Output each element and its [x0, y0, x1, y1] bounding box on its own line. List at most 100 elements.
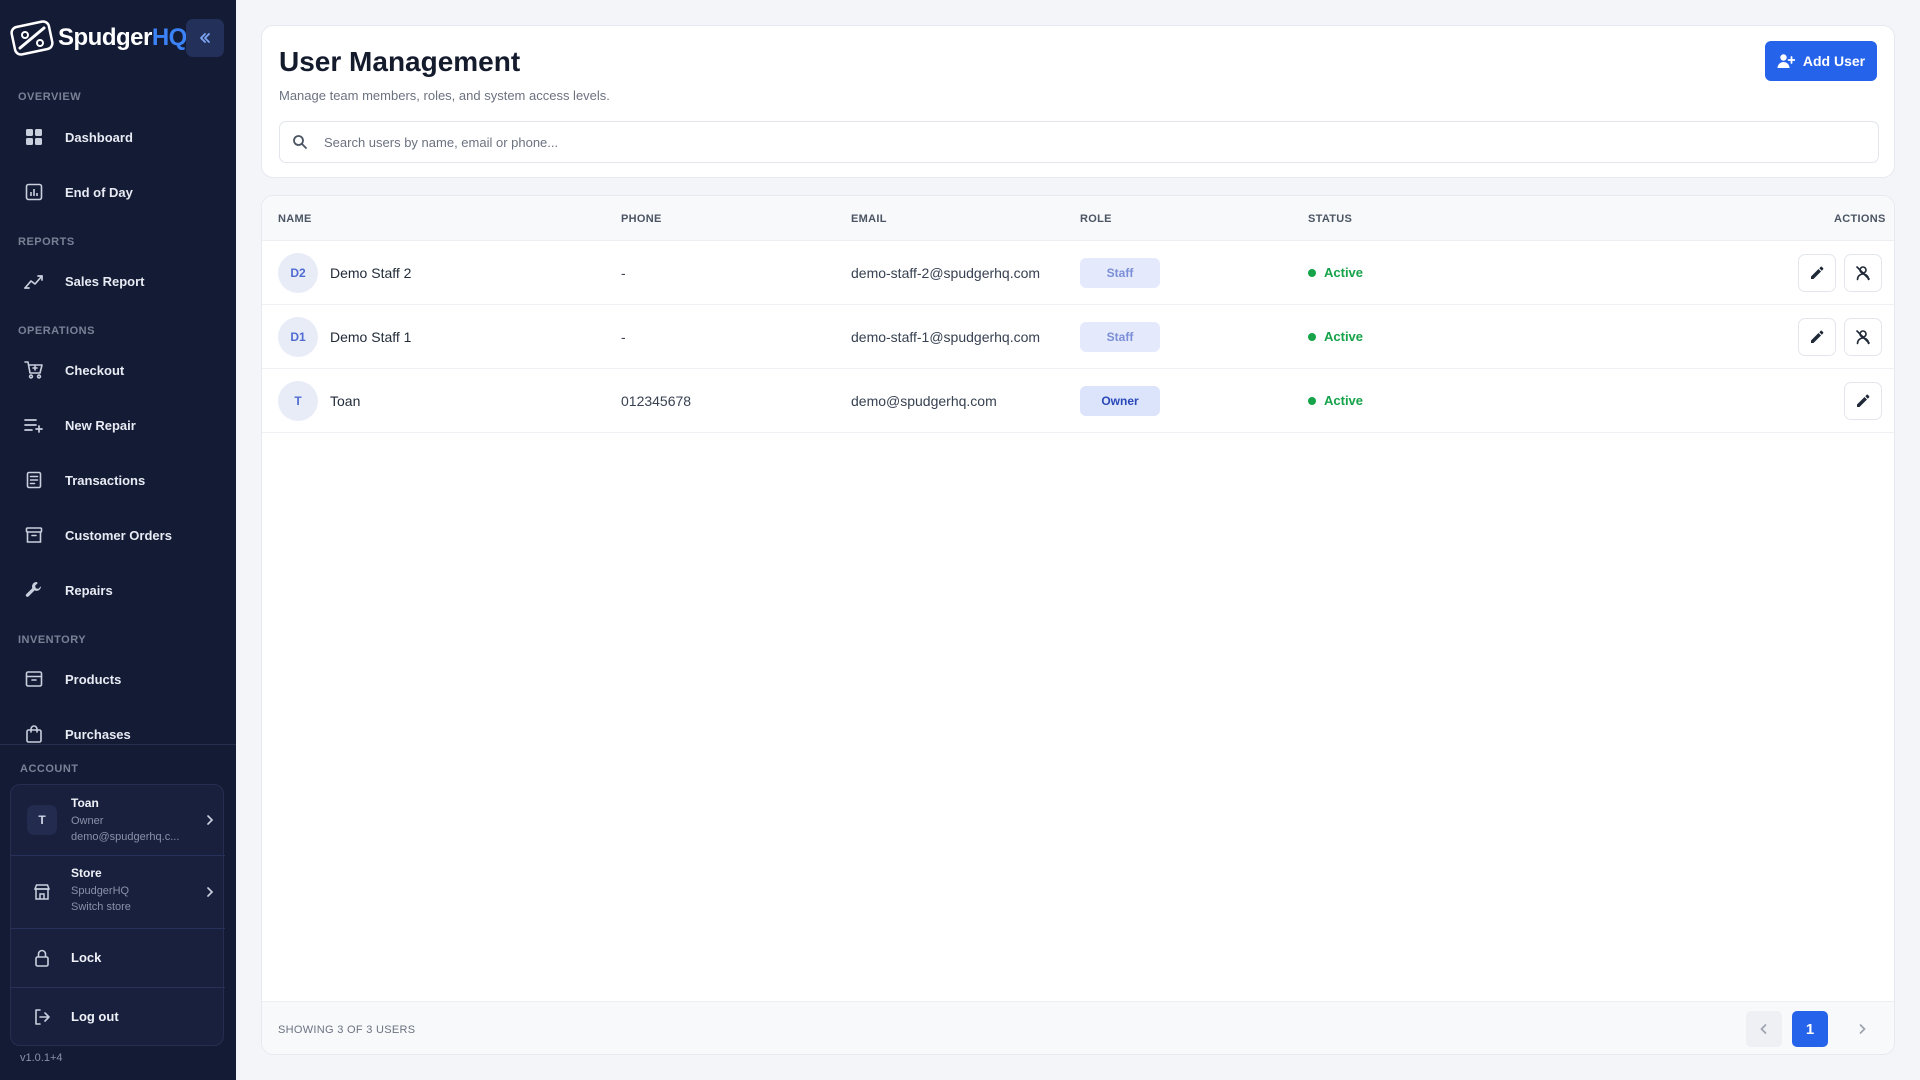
section-operations: OPERATIONS — [18, 325, 95, 337]
user-avatar: T — [27, 805, 57, 835]
user-email: demo-staff-2@spudgerhq.com — [851, 265, 1041, 281]
user-name: Demo Staff 1 — [330, 329, 412, 345]
account-store-text: Store SpudgerHQ Switch store — [71, 866, 189, 913]
column-phone[interactable]: PHONE — [621, 213, 662, 225]
chevron-right-icon — [1859, 1024, 1866, 1034]
logout-label: Log out — [71, 1009, 119, 1024]
list-add-icon — [24, 415, 44, 435]
pencil-icon — [1857, 394, 1870, 407]
switch-store-label: Switch store — [71, 901, 131, 913]
account-store-row[interactable]: Store SpudgerHQ Switch store — [11, 856, 225, 928]
search-icon — [293, 135, 307, 149]
sidebar-item-checkout[interactable]: Checkout — [14, 348, 222, 392]
column-status[interactable]: STATUS — [1308, 213, 1352, 225]
column-role[interactable]: ROLE — [1080, 213, 1112, 225]
sidebar-item-new-repair[interactable]: New Repair — [14, 403, 222, 447]
table-footer: SHOWING 3 OF 3 USERS 1 — [262, 1001, 1894, 1054]
account-card: T Toan Owner demo@spudgerhq.c... Store S… — [10, 784, 225, 1046]
sidebar-item-label: New Repair — [65, 417, 136, 433]
pencil-icon — [1811, 330, 1824, 343]
sidebar-item-dashboard[interactable]: Dashboard — [14, 115, 222, 159]
next-page-button[interactable] — [1844, 1011, 1880, 1047]
bar-chart-icon — [24, 182, 44, 202]
table-row[interactable]: T Toan 012345678 demo@spudgerhq.com Owne… — [262, 369, 1894, 433]
search-box — [279, 121, 1879, 163]
table-header: NAME PHONE EMAIL ROLE STATUS ACTIONS — [262, 196, 1894, 241]
page-button-current[interactable]: 1 — [1792, 1011, 1828, 1047]
user-role: Owner — [71, 815, 104, 827]
logout-button[interactable]: Log out — [11, 988, 225, 1046]
status-badge: Active — [1308, 265, 1363, 280]
grid-icon — [24, 127, 44, 147]
chevron-right-icon — [207, 887, 214, 897]
sidebar-item-sales-report[interactable]: Sales Report — [14, 259, 222, 303]
user-avatar: T — [278, 381, 318, 421]
account-user-row[interactable]: T Toan Owner demo@spudgerhq.c... — [11, 785, 225, 855]
column-name[interactable]: NAME — [278, 213, 312, 225]
user-phone: 012345678 — [621, 393, 692, 409]
sidebar-item-label: Repairs — [65, 582, 113, 598]
deactivate-user-button[interactable] — [1844, 254, 1882, 292]
sidebar-item-transactions[interactable]: Transactions — [14, 458, 222, 502]
add-user-button[interactable]: Add User — [1765, 41, 1877, 81]
account-user-text: Toan Owner demo@spudgerhq.c... — [71, 796, 189, 843]
sidebar-item-label: Purchases — [65, 726, 131, 742]
lock-button[interactable]: Lock — [11, 929, 225, 987]
column-email[interactable]: EMAIL — [851, 213, 887, 225]
trend-icon — [24, 271, 44, 291]
sidebar-item-products[interactable]: Products — [14, 657, 222, 701]
user-avatar: D2 — [278, 253, 318, 293]
header-card: User Management Manage team members, rol… — [261, 25, 1895, 178]
deactivate-user-button[interactable] — [1844, 318, 1882, 356]
edit-user-button[interactable] — [1798, 254, 1836, 292]
sidebar-item-label: Transactions — [65, 472, 146, 488]
sidebar-item-repairs[interactable]: Repairs — [14, 568, 222, 612]
user-plus-icon — [1777, 54, 1795, 68]
user-phone: - — [621, 329, 626, 345]
user-name: Toan — [330, 393, 361, 409]
user-avatar: D1 — [278, 317, 318, 357]
sidebar-item-label: Dashboard — [65, 129, 133, 145]
table-row[interactable]: D2 Demo Staff 2 - demo-staff-2@spudgerhq… — [262, 241, 1894, 305]
archive-icon — [24, 525, 44, 545]
brand[interactable]: SpudgerHQ — [10, 18, 187, 58]
edit-user-button[interactable] — [1844, 382, 1882, 420]
chevron-left-icon — [1760, 1024, 1767, 1034]
receipt-icon — [24, 470, 44, 490]
sidebar-item-label: Products — [65, 671, 122, 687]
cart-icon — [24, 360, 44, 380]
collapse-sidebar-button[interactable] — [186, 19, 224, 57]
status-badge: Active — [1308, 329, 1363, 344]
sidebar-item-end-of-day[interactable]: End of Day — [14, 170, 222, 214]
sidebar-divider — [0, 744, 236, 745]
chevrons-left-icon — [200, 33, 210, 43]
box-icon — [24, 669, 44, 689]
sidebar-item-label: Checkout — [65, 362, 125, 378]
sidebar: SpudgerHQ OVERVIEW Dashboard End of Day … — [0, 0, 236, 1080]
role-badge: Staff — [1080, 258, 1160, 288]
store-label: Store — [71, 866, 102, 880]
previous-page-button[interactable] — [1746, 1011, 1782, 1047]
user-email: demo@spudgerhq.c... — [71, 831, 180, 843]
section-inventory: INVENTORY — [18, 634, 87, 646]
status-label: Active — [1324, 393, 1364, 408]
sidebar-item-customer-orders[interactable]: Customer Orders — [14, 513, 222, 557]
section-reports: REPORTS — [18, 236, 75, 248]
sidebar-item-purchases[interactable]: Purchases — [14, 712, 222, 756]
user-off-icon — [1856, 266, 1870, 281]
store-name: SpudgerHQ — [71, 885, 130, 897]
edit-user-button[interactable] — [1798, 318, 1836, 356]
status-label: Active — [1324, 329, 1364, 344]
lock-label: Lock — [71, 950, 102, 965]
status-dot — [1308, 396, 1316, 405]
wrench-icon — [24, 580, 44, 600]
pencil-icon — [1811, 266, 1824, 279]
search-input[interactable] — [324, 122, 1864, 162]
store-icon — [31, 881, 53, 903]
user-email: demo-staff-1@spudgerhq.com — [851, 329, 1041, 345]
section-account: ACCOUNT — [20, 763, 79, 775]
add-user-label: Add User — [1802, 53, 1866, 69]
brand-name: SpudgerHQ — [58, 24, 187, 51]
users-table: NAME PHONE EMAIL ROLE STATUS ACTIONS D2 … — [261, 195, 1895, 1055]
table-row[interactable]: D1 Demo Staff 1 - demo-staff-1@spudgerhq… — [262, 305, 1894, 369]
